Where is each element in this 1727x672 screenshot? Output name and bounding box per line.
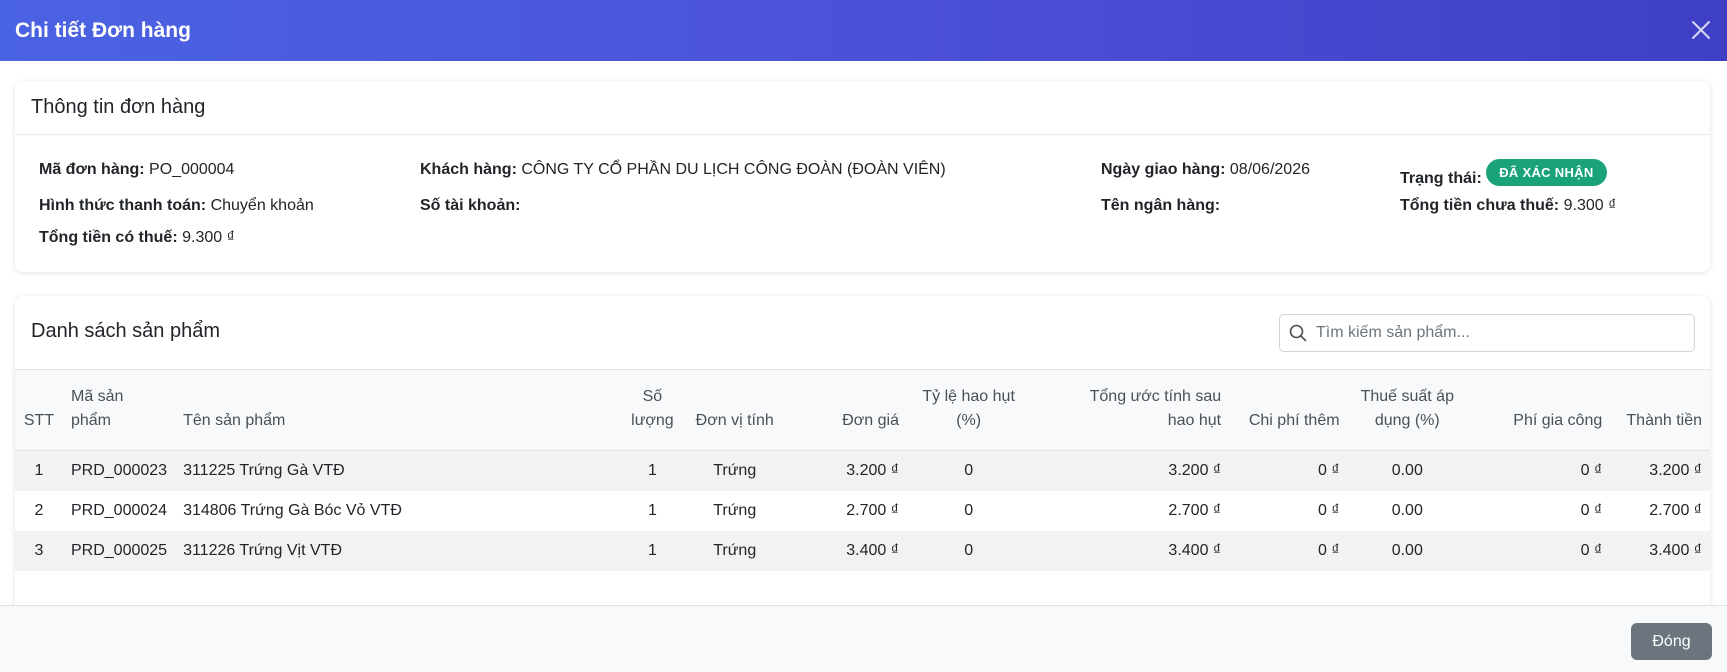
order-code: Mã đơn hàng: PO_000004 [39,161,234,179]
col-tax[interactable]: Thuế suất áp dụng (%) [1348,370,1467,451]
order-code-value: PO_000004 [149,161,235,178]
table-row: 2 PRD_000024 314806 Trứng Gà Bóc Vỏ VTĐ … [15,491,1710,531]
cell-unit: Trứng [713,541,757,559]
customer-value: CÔNG TY CỔ PHẦN DU LỊCH CÔNG ĐOÀN (ĐOÀN … [521,161,946,178]
col-unit[interactable]: Đơn vị tính [685,370,785,451]
cell-tax: 0.00 [1391,461,1423,479]
cell-name: 311225 Trứng Gà VTĐ [183,461,345,479]
col-code[interactable]: Mã sản phẩm [63,370,175,451]
cell-loss: 0 [964,501,974,519]
customer: Khách hàng: CÔNG TY CỔ PHẦN DU LỊCH CÔNG… [420,161,946,179]
customer-label: Khách hàng: [420,161,517,178]
account-number-label: Số tài khoản: [420,197,521,214]
col-qty[interactable]: Số lượng [620,370,685,451]
cell-estimate: 2.700 ₫ [1168,501,1222,519]
total-value: 9.300 ₫ [182,229,235,246]
delivery-date-value: 08/06/2026 [1229,161,1310,178]
close-button[interactable]: Đóng [1631,623,1712,660]
products-card: Danh sách sản phẩm STT Mã sảnphẩm Tên sả… [15,296,1710,630]
cell-loss: 0 [964,541,974,559]
col-processing[interactable]: Phí gia công [1467,370,1610,451]
products-header: Danh sách sản phẩm [15,296,1710,369]
cell-name: 314806 Trứng Gà Bóc Vỏ VTĐ [183,501,402,519]
cell-amount: 3.200 ₫ [1649,461,1702,479]
cell-processing: 0 ₫ [1580,501,1603,519]
cell-extra: 0 ₫ [1318,501,1340,519]
col-stt[interactable]: STT [15,370,63,451]
account-number: Số tài khoản: [420,197,520,215]
order-info-title: Thông tin đơn hàng [15,81,1710,135]
bank-name-label: Tên ngân hàng: [1101,197,1221,214]
products-table: STT Mã sản phẩm Tên sản phẩm Số lượng Đơn … [15,369,1710,571]
payment-method-value: Chuyển khoản [210,197,314,214]
col-loss[interactable]: Tỷ lệ hao hụt (%) [907,370,1030,451]
status: Trạng thái: ĐÃ XÁC NHẬN [1400,159,1607,192]
search-input[interactable] [1316,324,1686,342]
cell-processing: 0 ₫ [1580,541,1603,559]
cell-qty: 1 [647,461,657,479]
cell-code: PRD_000023 [70,461,168,479]
cell-amount: 2.700 ₫ [1649,501,1702,519]
cell-unit: Trứng [713,501,757,519]
cell-code: PRD_000025 [70,541,168,559]
subtotal-value: 9.300 ₫ [1563,197,1617,214]
cell-unit: Trứng [713,461,757,479]
cell-estimate: 3.200 ₫ [1168,461,1222,479]
payment-method: Hình thức thanh toán: Chuyển khoản [39,197,314,215]
total: Tổng tiền có thuế: 9.300 ₫ [39,229,235,247]
subtotal-label: Tổng tiền chưa thuế: [1400,197,1560,214]
cell-loss: 0 [964,461,974,479]
cell-code: PRD_000024 [70,501,168,519]
subtotal: Tổng tiền chưa thuế: 9.300 ₫ [1400,197,1616,215]
status-label: Trạng thái: [1400,170,1482,187]
col-price[interactable]: Đơn giá [785,370,907,451]
cell-price: 3.200 ₫ [846,461,899,479]
bank-name: Tên ngân hàng: [1101,197,1220,215]
delivery-date: Ngày giao hàng: 08/06/2026 [1101,161,1310,179]
cell-price: 2.700 ₫ [846,501,899,519]
cell-estimate: 3.400 ₫ [1168,541,1222,559]
modal-header: Chi tiết Đơn hàng [0,0,1727,61]
table-row: 1 PRD_000023 311225 Trứng Gà VTĐ 1 Trứng… [15,450,1710,491]
cell-stt: 2 [34,501,44,519]
cell-extra: 0 ₫ [1318,541,1340,559]
payment-method-label: Hình thức thanh toán: [39,197,207,214]
col-extra[interactable]: Chi phí thêm [1229,370,1347,451]
cell-qty: 1 [647,541,657,559]
modal-body: Thông tin đơn hàng Mã đơn hàng: PO_00000… [0,61,1727,630]
table-header-row: STT Mã sản phẩm Tên sản phẩm Số lượng Đơn … [15,369,1710,451]
cell-price: 3.400 ₫ [846,541,899,559]
col-estimate[interactable]: Tổng ước tính sau hao hụt [1030,370,1229,451]
total-label: Tổng tiền có thuế: [39,229,178,246]
cell-tax: 0.00 [1391,501,1423,519]
order-code-label: Mã đơn hàng: [39,161,145,178]
col-name[interactable]: Tên sản phẩm [175,370,620,451]
modal-title: Chi tiết Đơn hàng [15,18,191,42]
delivery-date-label: Ngày giao hàng: [1101,161,1226,178]
cell-processing: 0 ₫ [1580,461,1603,479]
col-amount[interactable]: Thành tiền [1610,370,1710,451]
order-info-grid: Mã đơn hàng: PO_000004 Khách hàng: CÔNG … [15,135,1710,271]
products-title: Danh sách sản phẩm [31,320,221,342]
cell-amount: 3.400 ₫ [1649,541,1702,559]
modal-footer: Đóng [0,605,1727,672]
search-icon [1280,324,1316,342]
order-info-card: Thông tin đơn hàng Mã đơn hàng: PO_00000… [15,81,1710,272]
cell-tax: 0.00 [1391,541,1423,559]
search-box[interactable] [1279,314,1695,352]
close-icon[interactable] [1689,18,1713,42]
cell-stt: 3 [34,541,44,559]
cell-name: 311226 Trứng Vịt VTĐ [183,541,342,559]
status-badge: ĐÃ XÁC NHẬN [1486,159,1607,186]
cell-qty: 1 [647,501,657,519]
cell-extra: 0 ₫ [1318,461,1340,479]
table-row: 3 PRD_000025 311226 Trứng Vịt VTĐ 1 Trứn… [15,530,1710,571]
cell-stt: 1 [34,461,44,479]
